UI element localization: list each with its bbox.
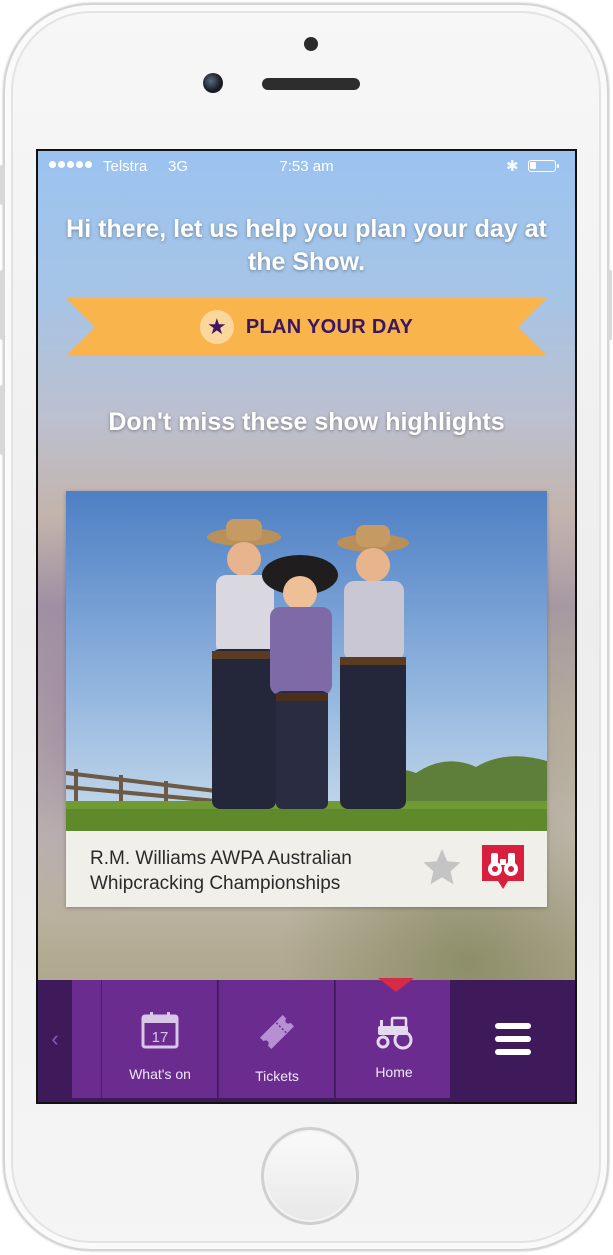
front-camera (203, 73, 223, 93)
calendar-icon: 17 (102, 1010, 218, 1052)
proximity-sensor (304, 37, 318, 51)
highlight-title: R.M. Williams AWPA Australian Whipcracki… (90, 848, 352, 894)
battery-icon (528, 160, 559, 172)
status-time: 7:53 am (279, 158, 334, 175)
tab-home-label: Home (375, 1064, 413, 1080)
battery-level (530, 162, 536, 169)
plan-your-day-button[interactable]: ★ PLAN YOUR DAY (66, 298, 547, 356)
favorite-star-icon[interactable] (422, 847, 462, 887)
star-icon: ★ (199, 310, 234, 344)
binoculars-icon[interactable] (482, 845, 524, 889)
tab-whats-on[interactable]: 17 What's on (101, 980, 217, 1098)
welcome-headline: Hi there, let us help you plan your day … (66, 215, 547, 276)
tab-home[interactable]: Home (335, 980, 451, 1098)
volume-up-button (0, 270, 4, 340)
earpiece-speaker (262, 78, 360, 90)
active-tab-indicator (378, 978, 414, 992)
tab-tickets-label: Tickets (255, 1068, 299, 1084)
highlights-heading: Don't miss these show highlights (108, 408, 505, 436)
tractor-icon (336, 1014, 452, 1056)
screen: Telstra 3G 7:53 am ✱ Hi there, let us he… (36, 149, 577, 1104)
chevron-left-icon[interactable]: ‹ (38, 980, 72, 1098)
mute-switch (0, 165, 4, 205)
ticket-icon (219, 1010, 335, 1052)
bottom-tab-bar: ‹ 17 What's on Tickets Home (38, 978, 575, 1102)
hamburger-menu-icon[interactable] (450, 980, 575, 1098)
tab-whats-on-label: What's on (129, 1066, 191, 1082)
plan-your-day-label: PLAN YOUR DAY (245, 315, 414, 338)
home-button[interactable] (261, 1127, 359, 1225)
bluetooth-icon: ✱ (506, 158, 519, 175)
volume-down-button (0, 385, 4, 455)
tab-strip-edge (72, 980, 101, 1098)
highlight-card[interactable]: R.M. Williams AWPA Australian Whipcracki… (66, 491, 547, 907)
power-button (608, 270, 612, 340)
app-background: Telstra 3G 7:53 am ✱ Hi there, let us he… (38, 151, 575, 1102)
status-bar: Telstra 3G 7:53 am ✱ (38, 151, 575, 185)
calendar-day-number: 17 (152, 1029, 169, 1046)
tab-tickets[interactable]: Tickets (218, 980, 334, 1098)
highlight-photo (66, 491, 547, 831)
